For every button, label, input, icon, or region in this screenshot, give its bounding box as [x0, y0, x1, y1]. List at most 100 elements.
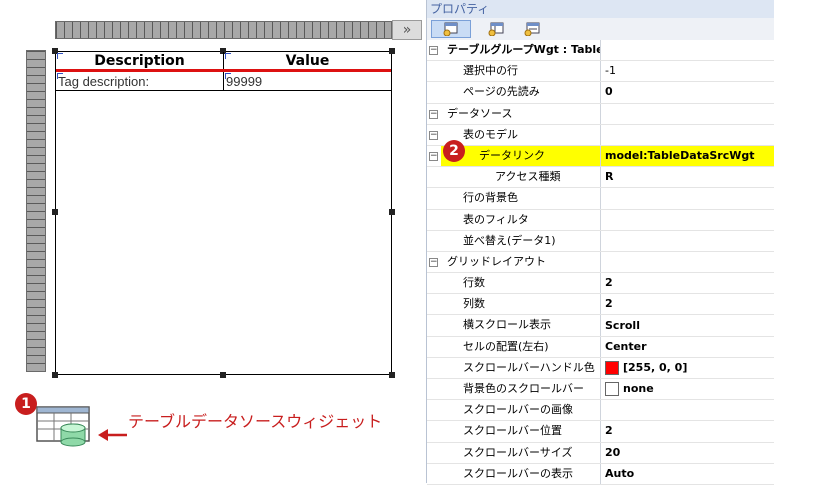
collapse-toggle-icon[interactable]: −: [429, 46, 438, 55]
row-gutter: [427, 358, 441, 378]
table-widget-frame[interactable]: [55, 51, 392, 375]
property-value[interactable]: model:TableDataSrcWgt: [601, 145, 774, 167]
events-view-button[interactable]: [485, 20, 507, 38]
widget-caption: テーブルデータソースウィジェット: [128, 412, 383, 431]
property-value[interactable]: Scroll: [601, 315, 774, 335]
row-gutter: −: [427, 146, 441, 166]
collapse-toggle-icon[interactable]: −: [429, 130, 438, 140]
color-swatch[interactable]: [605, 360, 619, 375]
property-value[interactable]: [601, 400, 774, 420]
property-row[interactable]: 表のフィルタ: [427, 209, 774, 231]
property-name: 列数: [441, 294, 601, 315]
property-name: 行数: [441, 273, 601, 294]
property-value[interactable]: [601, 252, 774, 272]
cell-anchor-mark: [225, 53, 231, 59]
property-row[interactable]: − グリッドレイアウト: [427, 251, 774, 274]
properties-panel: プロパティ − テーブルグループWgt : Tabl 選択中の行 -1 ページの…: [426, 0, 840, 485]
property-row[interactable]: −テーブルグループWgt : TableWgt: [427, 40, 774, 62]
resize-handle-ml[interactable]: [52, 209, 58, 215]
panel-title: プロパティ: [427, 0, 774, 18]
property-value[interactable]: Auto: [601, 464, 774, 484]
ruler-scroll-button[interactable]: »: [392, 20, 422, 40]
property-row[interactable]: 並べ替え(データ1): [427, 230, 774, 252]
row-gutter: [427, 273, 441, 293]
property-row[interactable]: − データリンク model:TableDataSrcWgt: [427, 145, 774, 168]
property-value[interactable]: [601, 210, 774, 230]
property-name: 表のフィルタ: [441, 209, 601, 230]
property-value[interactable]: 2: [601, 294, 774, 314]
property-name: スクロールバー位置: [441, 421, 601, 442]
table-data-source-widget-icon[interactable]: [36, 405, 92, 447]
resize-handle-br[interactable]: [389, 372, 395, 378]
arrow-left-icon: [98, 429, 127, 441]
row-gutter: [427, 443, 441, 463]
row-gutter: −: [427, 252, 441, 272]
collapse-toggle-icon[interactable]: −: [429, 109, 438, 119]
property-value[interactable]: 20: [601, 443, 774, 463]
bindings-icon: [524, 22, 540, 36]
property-value[interactable]: 0: [601, 82, 774, 102]
resize-handle-mr[interactable]: [389, 209, 395, 215]
property-value[interactable]: 2: [601, 421, 774, 441]
property-row[interactable]: スクロールバーの画像: [427, 400, 774, 422]
resize-handle-bm[interactable]: [220, 372, 226, 378]
cell-value[interactable]: 99999: [224, 72, 391, 90]
property-value[interactable]: [601, 104, 774, 124]
property-row[interactable]: スクロールバーの表示 Auto: [427, 463, 774, 485]
property-value[interactable]: [601, 125, 774, 145]
property-name: 行の背景色: [441, 188, 601, 209]
property-name: 選択中の行: [441, 61, 601, 82]
property-row[interactable]: 背景色のスクロールバー none: [427, 379, 774, 401]
property-row[interactable]: 行の背景色: [427, 188, 774, 210]
property-value[interactable]: R: [601, 167, 774, 187]
resize-handle-bl[interactable]: [52, 372, 58, 378]
property-value[interactable]: Center: [601, 337, 774, 357]
property-value[interactable]: [601, 231, 774, 251]
property-row[interactable]: セルの配置(左右) Center: [427, 336, 774, 358]
property-name: 横スクロール表示: [441, 315, 601, 336]
header-cell-description[interactable]: Description: [56, 52, 224, 69]
property-row[interactable]: スクロールバーサイズ 20: [427, 442, 774, 464]
property-value[interactable]: [255, 0, 0]: [601, 358, 774, 378]
property-name: スクロールバーの画像: [441, 400, 601, 421]
property-value-text: 20: [605, 445, 621, 459]
property-row[interactable]: 選択中の行 -1: [427, 61, 774, 83]
property-row[interactable]: − データソース: [427, 103, 774, 125]
property-value-text: Center: [605, 339, 647, 353]
property-value[interactable]: -1: [601, 61, 774, 81]
property-row[interactable]: 行数 2: [427, 273, 774, 295]
properties-view-button[interactable]: [431, 20, 471, 38]
color-swatch[interactable]: [605, 382, 619, 397]
row-gutter: [427, 231, 441, 251]
row-gutter: [427, 315, 441, 335]
property-name: 並べ替え(データ1): [441, 230, 601, 251]
property-name: スクロールバーハンドル色: [441, 357, 601, 378]
row-gutter: [427, 379, 441, 399]
property-row[interactable]: 列数 2: [427, 294, 774, 316]
property-row[interactable]: スクロールバー位置 2: [427, 421, 774, 443]
property-value-text: Auto: [605, 466, 635, 480]
property-name: テーブルグループWgt : TableWgt: [441, 40, 601, 61]
property-row[interactable]: 横スクロール表示 Scroll: [427, 315, 774, 337]
property-value[interactable]: [601, 188, 774, 208]
property-row[interactable]: − 表のモデル: [427, 124, 774, 146]
property-row[interactable]: スクロールバーハンドル色 [255, 0, 0]: [427, 357, 774, 379]
table-row[interactable]: Tag description: 99999: [56, 72, 391, 91]
cell-tag-description[interactable]: Tag description:: [56, 72, 224, 90]
collapse-toggle-icon[interactable]: −: [429, 151, 438, 161]
callout-badge-2: 2: [443, 140, 465, 162]
collapse-toggle-icon[interactable]: −: [429, 257, 438, 267]
property-value-text: Scroll: [605, 318, 640, 332]
property-grid: −テーブルグループWgt : TableWgt選択中の行-1ページの先読み0−デ…: [427, 40, 774, 485]
bindings-view-button[interactable]: [521, 20, 543, 38]
horizontal-ruler: [55, 21, 392, 39]
property-name: アクセス種類: [441, 167, 601, 188]
property-value-text: 2: [605, 297, 613, 311]
header-cell-value[interactable]: Value: [224, 52, 391, 69]
property-value[interactable]: none: [601, 379, 774, 399]
property-value[interactable]: [601, 40, 774, 60]
property-row[interactable]: アクセス種類 R: [427, 167, 774, 189]
cell-anchor-mark: [57, 73, 63, 79]
property-row[interactable]: ページの先読み 0: [427, 82, 774, 104]
property-value[interactable]: 2: [601, 273, 774, 293]
